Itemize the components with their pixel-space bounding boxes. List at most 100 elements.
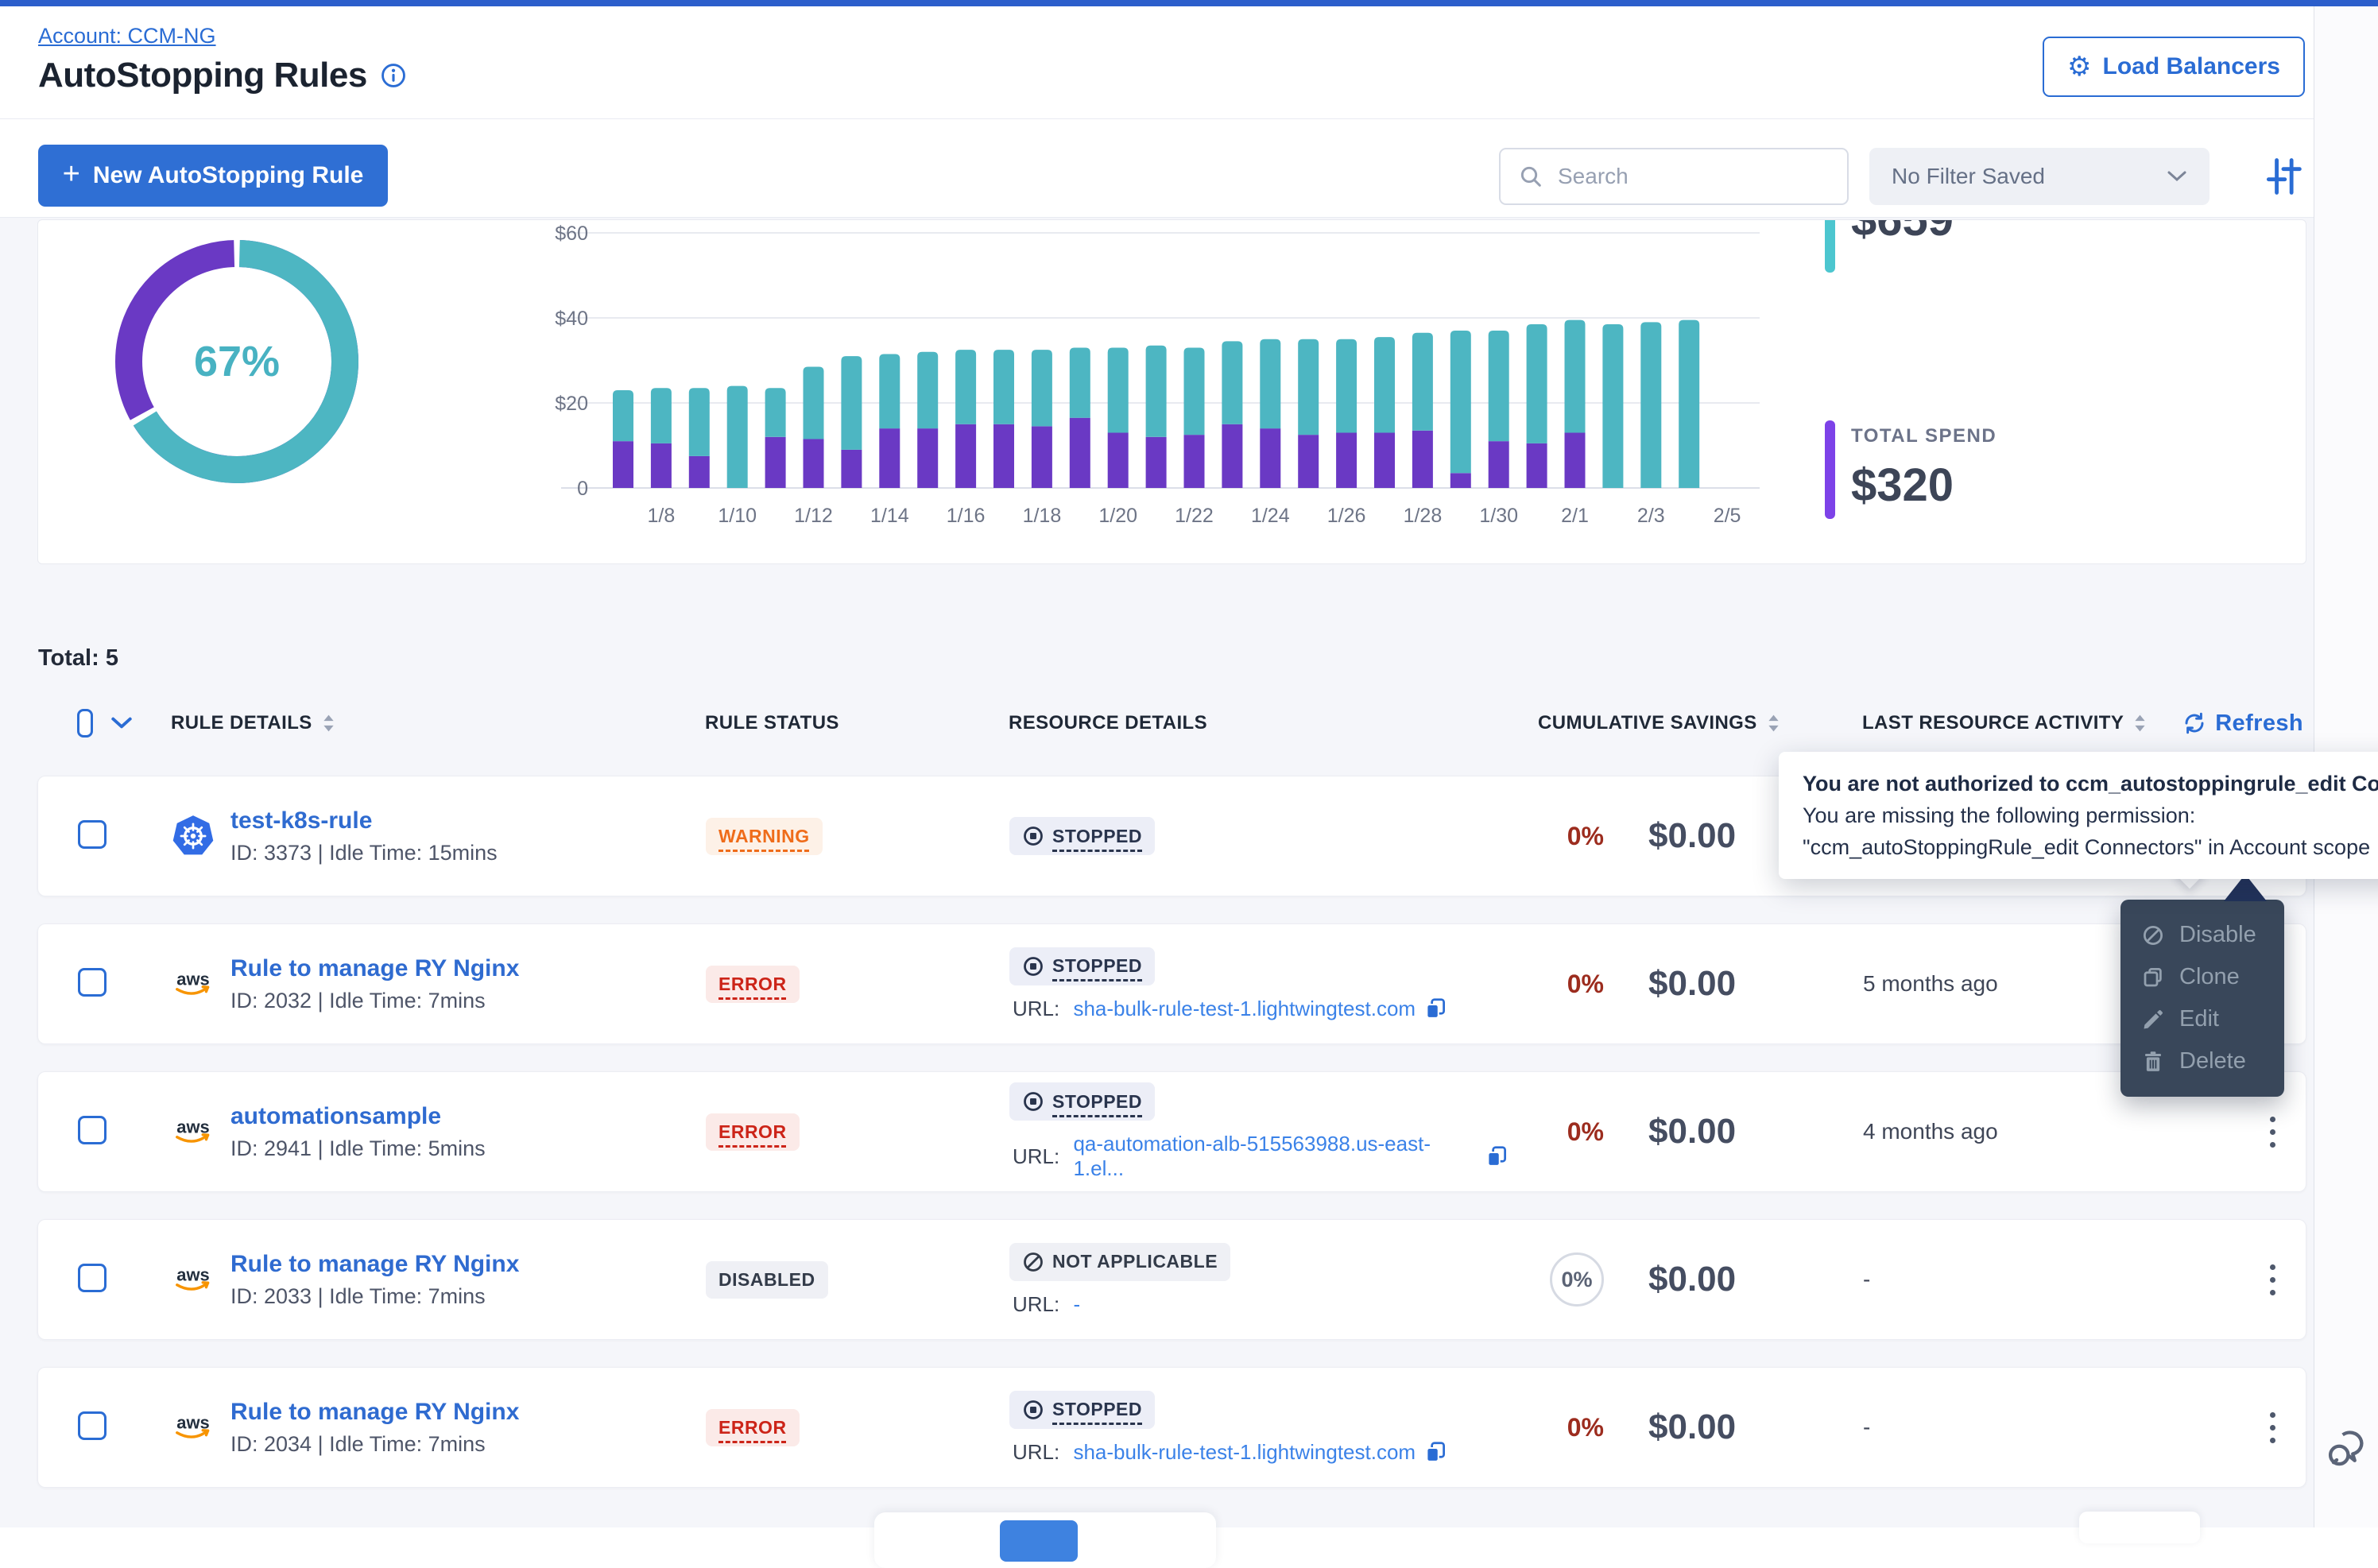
chart-bar (1565, 320, 1586, 488)
last-activity: - (1834, 1267, 2168, 1292)
column-header[interactable]: RULE DETAILS (133, 712, 657, 734)
rule-name-link[interactable]: Rule to manage RY Nginx (230, 1399, 519, 1426)
chart-bar (1450, 331, 1471, 488)
chart-bar (1412, 333, 1433, 488)
chart-bar (1260, 339, 1280, 488)
row-checkbox[interactable] (78, 1411, 107, 1440)
chart-bar (1222, 341, 1242, 488)
savings-percent: 0% (1567, 1413, 1604, 1442)
page-header: Account: CCM-NG AutoStopping Rules ⚙ Loa… (0, 6, 2314, 119)
column-header[interactable]: CUMULATIVE SAVINGS (1508, 712, 1834, 734)
row-checkbox[interactable] (78, 1264, 107, 1292)
new-autostopping-rule-button[interactable]: + New AutoStopping Rule (38, 145, 388, 207)
actions-toolbar: + New AutoStopping Rule No Filter Saved (0, 119, 2314, 218)
rule-meta: ID: 2032 | Idle Time: 7mins (230, 989, 519, 1013)
rule-name-link[interactable]: Rule to manage RY Nginx (230, 1251, 519, 1278)
rule-meta: ID: 2033 | Idle Time: 7mins (230, 1284, 519, 1309)
svg-text:$20: $20 (555, 393, 588, 415)
refresh-button[interactable]: Refresh (2182, 710, 2303, 737)
resource-url-link[interactable]: sha-bulk-rule-test-1.lightwingtest.com (1073, 1440, 1416, 1465)
column-header[interactable]: RESOURCE DETAILS (983, 712, 1508, 734)
total-spend-label: TOTAL SPEND (1851, 425, 1997, 447)
svg-text:1/20: 1/20 (1098, 505, 1137, 527)
context-menu-item-delete[interactable]: Delete (2120, 1040, 2284, 1082)
info-icon[interactable] (380, 62, 407, 89)
column-header[interactable]: LAST RESOURCE ACTIVITY (1834, 712, 2167, 734)
copy-icon[interactable] (1423, 1440, 1447, 1464)
resource-state-badge: NOT APPLICABLE (1009, 1243, 1230, 1281)
chart-bar (1146, 346, 1167, 488)
svg-text:1/26: 1/26 (1327, 505, 1366, 527)
svg-text:0: 0 (577, 478, 588, 500)
rule-name-link[interactable]: test-k8s-rule (230, 807, 498, 834)
column-header[interactable]: RULE STATUS (657, 712, 983, 734)
total-spend-value: $320 (1851, 459, 1997, 512)
account-breadcrumb-link[interactable]: Account: CCM-NG (38, 24, 216, 48)
resource-url-link[interactable]: - (1073, 1292, 1080, 1317)
page-title: AutoStopping Rules (38, 56, 367, 95)
rule-details-cell: aws automationsample ID: 2941 | Idle Tim… (134, 1103, 658, 1161)
resource-state-badge: STOPPED (1009, 1391, 1155, 1429)
rule-name-link[interactable]: automationsample (230, 1103, 486, 1130)
savings-amount: $0.00 (1604, 964, 1834, 1004)
chart-bar (804, 367, 824, 488)
resource-url-link[interactable]: qa-automation-alb-515563988.us-east-1.el… (1073, 1132, 1477, 1181)
copy-icon[interactable] (1423, 997, 1447, 1020)
resource-url: URL: sha-bulk-rule-test-1.lightwingtest.… (1009, 997, 1447, 1021)
chart-bar (1489, 331, 1509, 488)
row-context-menu: Disable Clone Edit Delete (2120, 900, 2284, 1097)
context-menu-item-clone[interactable]: Clone (2120, 956, 2284, 998)
svg-text:1/24: 1/24 (1251, 505, 1290, 527)
row-checkbox[interactable] (78, 968, 107, 997)
savings-percent: 0% (1567, 822, 1604, 851)
sort-icon[interactable] (2133, 714, 2147, 733)
chart-bar (1184, 347, 1205, 488)
select-all-checkbox[interactable] (77, 709, 93, 738)
header-refresh-cell: Refresh (2167, 710, 2306, 737)
svg-text:1/30: 1/30 (1479, 505, 1518, 527)
search-icon (1518, 164, 1543, 189)
search-box[interactable] (1499, 148, 1849, 205)
chart-bar (1298, 339, 1319, 488)
saved-filter-dropdown[interactable]: No Filter Saved (1869, 148, 2210, 205)
spend-savings-bar-chart: 0$20$40$601/81/101/121/141/161/181/201/2… (515, 220, 1803, 554)
search-input[interactable] (1556, 163, 1830, 190)
svg-text:1/28: 1/28 (1404, 505, 1443, 527)
row-checkbox[interactable] (78, 1116, 107, 1144)
total-spend-block: TOTAL SPEND $320 (1825, 420, 1997, 519)
copy-icon[interactable] (1485, 1144, 1509, 1168)
aws-icon: aws (172, 1110, 215, 1153)
chevron-down-icon (2167, 170, 2187, 183)
resource-url-link[interactable]: sha-bulk-rule-test-1.lightwingtest.com (1073, 997, 1416, 1021)
row-checkbox[interactable] (78, 820, 107, 849)
savings-accent-bar (1825, 219, 1835, 273)
rule-status-badge: DISABLED (706, 1261, 828, 1299)
chat-icon[interactable] (2326, 1427, 2368, 1470)
stopped-icon (1022, 825, 1044, 847)
plus-icon: + (63, 157, 80, 192)
chart-bar (1336, 339, 1357, 488)
stopped-icon (1022, 1090, 1044, 1113)
context-menu-item-edit[interactable]: Edit (2120, 998, 2284, 1040)
chart-bar (613, 390, 633, 488)
chevron-down-icon[interactable] (110, 716, 133, 730)
rule-meta: ID: 2034 | Idle Time: 7mins (230, 1432, 519, 1457)
sort-icon[interactable] (322, 714, 335, 733)
kebab-menu-icon[interactable] (2256, 1108, 2288, 1156)
rule-name-link[interactable]: Rule to manage RY Nginx (230, 955, 519, 982)
last-activity: - (1834, 1415, 2168, 1440)
table-row: aws Rule to manage RY Nginx ID: 2033 | I… (37, 1219, 2306, 1340)
pagination-active-page[interactable] (1000, 1520, 1078, 1562)
load-balancers-button[interactable]: ⚙ Load Balancers (2043, 37, 2305, 97)
savings-percent: 0% (1567, 1117, 1604, 1147)
kebab-menu-icon[interactable] (2256, 1403, 2288, 1451)
filter-sliders-icon[interactable] (2262, 156, 2303, 197)
kebab-menu-icon[interactable] (2256, 1256, 2288, 1303)
pagination-bar[interactable] (874, 1512, 1216, 1568)
table-row: aws Rule to manage RY Nginx ID: 2034 | I… (37, 1367, 2306, 1488)
bottom-right-panel-partial (2079, 1512, 2200, 1543)
context-menu-item-disable[interactable]: Disable (2120, 914, 2284, 956)
sort-icon[interactable] (1767, 714, 1780, 733)
tooltip-line: You are missing the following permission… (1803, 799, 2378, 831)
stopped-icon (1022, 955, 1044, 978)
